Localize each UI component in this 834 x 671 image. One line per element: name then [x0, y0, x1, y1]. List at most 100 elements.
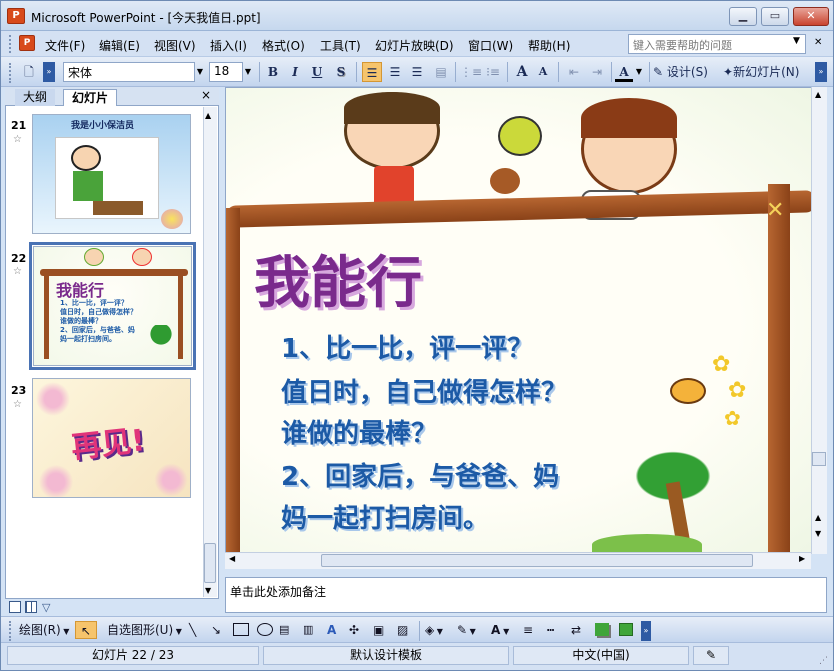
vertical-text-box-icon[interactable]: ▥: [303, 621, 313, 639]
new-slide-button[interactable]: ✦新幻灯片(N): [723, 62, 811, 82]
slide-body-line-2[interactable]: 值日时，自己做得怎样？: [281, 372, 567, 409]
dash-style-icon[interactable]: ┅: [547, 621, 554, 639]
slide-vertical-scrollbar-thumb[interactable]: [812, 452, 826, 466]
slide-thumbnail-21[interactable]: 我是小小保洁员: [32, 114, 191, 234]
arrow-tool-icon[interactable]: ↘: [211, 621, 221, 639]
rectangle-tool-icon[interactable]: [233, 623, 249, 636]
chevron-down-icon[interactable]: ▼: [205, 586, 211, 595]
toolbar-grip-handle[interactable]: [9, 63, 13, 83]
slide-thumbnail-22[interactable]: 我能行 1、比一比，评一评？ 值日时，自己做得怎样？ 谁做的最棒？ 2、回家后，…: [33, 246, 192, 366]
bullets-button[interactable]: ⁝≡: [483, 62, 503, 82]
minimize-button[interactable]: ▁: [729, 7, 757, 26]
insert-picture-icon[interactable]: ▨: [397, 621, 408, 639]
menu-tools[interactable]: 工具(T): [320, 37, 361, 54]
slide-sorter-view-icon[interactable]: [25, 601, 37, 613]
align-center-button[interactable]: ☰: [385, 62, 405, 82]
notes-pane[interactable]: 单击此处添加备注: [225, 577, 827, 613]
slide-vertical-scrollbar[interactable]: [811, 87, 827, 554]
clip-art-icon[interactable]: ▣: [373, 621, 384, 639]
font-name-combo[interactable]: 宋体: [63, 62, 195, 82]
chevron-up-icon[interactable]: ▲: [205, 111, 211, 120]
font-color-button[interactable]: A: [615, 62, 633, 82]
slide-body-line-4[interactable]: 2、回家后，与爸爸、妈: [281, 456, 559, 493]
slide-canvas[interactable]: ✕ 我能行 1、比一比，评一评？ 值日时，自己做得怎样？ 谁做的最棒？ 2、回家…: [225, 87, 827, 554]
chevron-up-icon[interactable]: ▲: [815, 513, 821, 522]
slide-horizontal-scrollbar-thumb[interactable]: [321, 554, 753, 567]
italic-button[interactable]: I: [286, 62, 304, 82]
status-design-template[interactable]: 默认设计模板: [263, 646, 509, 665]
new-document-icon[interactable]: 🗋: [19, 62, 39, 82]
slide-body-line-1[interactable]: 1、比一比，评一评？: [281, 328, 533, 365]
align-right-button[interactable]: ☰: [407, 62, 427, 82]
draw-menu-button[interactable]: 绘图(R) ▼: [19, 621, 69, 639]
document-close-icon[interactable]: ✕: [814, 37, 822, 48]
powerpoint-app-icon[interactable]: P: [7, 8, 25, 24]
chevron-down-icon[interactable]: ▼: [793, 36, 800, 46]
spelling-status-icon[interactable]: ✎: [693, 646, 729, 665]
menu-window[interactable]: 窗口(W): [468, 37, 513, 54]
menu-insert[interactable]: 插入(I): [210, 37, 247, 54]
resize-grip-icon[interactable]: ⋰: [819, 656, 828, 666]
line-color-icon[interactable]: ✎ ▼: [457, 621, 476, 639]
toolbar-options-icon[interactable]: »: [641, 621, 651, 641]
3d-style-icon[interactable]: [619, 623, 633, 636]
chevron-down-icon[interactable]: ▼: [194, 62, 206, 82]
autoshapes-menu-button[interactable]: 自选图形(U) ▼: [107, 621, 182, 639]
toolbar-options-icon[interactable]: »: [43, 62, 55, 82]
tab-slides[interactable]: 幻灯片: [63, 89, 118, 106]
chevron-up-icon[interactable]: ▲: [815, 90, 821, 99]
menu-format[interactable]: 格式(O): [262, 37, 305, 54]
thumbnail-scrollbar[interactable]: [203, 107, 217, 597]
design-button[interactable]: ✎ 设计(S): [653, 62, 733, 82]
shadow-style-icon[interactable]: [595, 623, 609, 636]
arrow-style-icon[interactable]: ⇄: [571, 621, 581, 639]
menu-edit[interactable]: 编辑(E): [99, 37, 140, 54]
fill-color-icon[interactable]: ◈ ▼: [425, 621, 443, 639]
line-tool-icon[interactable]: ╲: [189, 621, 196, 639]
slideshow-view-icon[interactable]: ▽: [42, 601, 50, 614]
menu-help[interactable]: 帮助(H): [528, 37, 570, 54]
chevron-down-icon[interactable]: ▼: [633, 62, 645, 82]
slide-body-line-5[interactable]: 妈一起打扫房间。: [281, 498, 489, 535]
help-search-input[interactable]: 键入需要帮助的问题: [628, 34, 806, 54]
normal-view-icon[interactable]: [9, 601, 21, 613]
slide-body-line-3[interactable]: 谁做的最棒？: [281, 413, 437, 450]
diagram-icon[interactable]: ✣: [349, 621, 359, 639]
menu-grip-handle[interactable]: [9, 35, 13, 53]
font-size-combo[interactable]: 18: [209, 62, 243, 82]
grow-font-button[interactable]: A: [512, 62, 532, 82]
chevron-down-icon[interactable]: ▼: [815, 529, 821, 538]
numbering-button[interactable]: ⋮≡: [460, 62, 482, 82]
bold-button[interactable]: B: [264, 62, 282, 82]
chevron-left-icon[interactable]: ◀: [229, 554, 235, 563]
wordart-icon[interactable]: A: [327, 621, 336, 639]
close-icon[interactable]: ×: [201, 88, 211, 102]
decrease-indent-button[interactable]: ⇤: [564, 62, 584, 82]
menu-slideshow[interactable]: 幻灯片放映(D): [375, 37, 454, 54]
slide-thumbnail-23[interactable]: 再见!: [32, 378, 191, 498]
align-left-button[interactable]: ☰: [362, 62, 382, 82]
menu-view[interactable]: 视图(V): [154, 37, 196, 54]
toolbar-grip-handle[interactable]: [9, 621, 13, 641]
justify-button[interactable]: ▤: [431, 62, 451, 82]
chevron-down-icon[interactable]: ▼: [242, 62, 254, 82]
text-box-tool-icon[interactable]: ▤: [279, 621, 289, 639]
toolbar-options-icon[interactable]: »: [815, 62, 827, 82]
thumbnail-scrollbar-thumb[interactable]: [204, 543, 216, 583]
document-icon[interactable]: P: [19, 35, 35, 51]
menu-file[interactable]: 文件(F): [45, 37, 85, 54]
palm-tree-illustration: [146, 325, 176, 355]
underline-button[interactable]: U: [308, 62, 326, 82]
oval-tool-icon[interactable]: [257, 623, 273, 636]
slide-title[interactable]: 我能行: [254, 238, 422, 319]
increase-indent-button[interactable]: ⇥: [587, 62, 607, 82]
chevron-right-icon[interactable]: ▶: [799, 554, 805, 563]
close-button[interactable]: ✕: [793, 7, 829, 26]
shadow-button[interactable]: S: [332, 62, 350, 82]
line-style-icon[interactable]: ≡: [523, 621, 533, 639]
tab-outline[interactable]: 大纲: [15, 89, 56, 106]
select-objects-button[interactable]: ↖: [75, 621, 97, 639]
restore-button[interactable]: ▭: [761, 7, 789, 26]
shrink-font-button[interactable]: A: [534, 62, 552, 82]
font-color-icon[interactable]: A ▼: [491, 621, 509, 639]
